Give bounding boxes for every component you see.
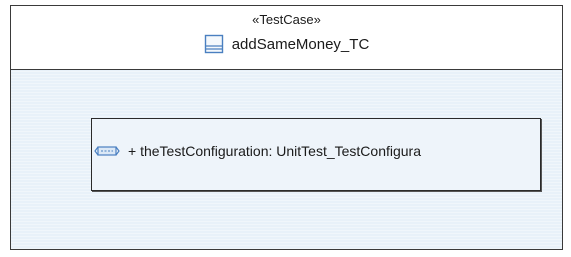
- part-property-icon: [94, 144, 120, 158]
- stereotype-label: «TestCase»: [252, 12, 321, 27]
- test-configuration-part[interactable]: + theTestConfiguration: UnitTest_TestCon…: [91, 118, 541, 191]
- part-label: + theTestConfiguration: UnitTest_TestCon…: [128, 143, 421, 159]
- test-case-header: «TestCase» addSameMoney_TC: [11, 6, 562, 70]
- test-case-name-row: addSameMoney_TC: [11, 34, 562, 54]
- part-label-row: + theTestConfiguration: UnitTest_TestCon…: [94, 143, 421, 159]
- test-case-icon: [204, 34, 224, 54]
- structure-compartment: + theTestConfiguration: UnitTest_TestCon…: [11, 70, 562, 249]
- test-case-name: addSameMoney_TC: [231, 35, 370, 53]
- test-case-element[interactable]: «TestCase» addSameMoney_TC + theTestConf…: [10, 5, 563, 250]
